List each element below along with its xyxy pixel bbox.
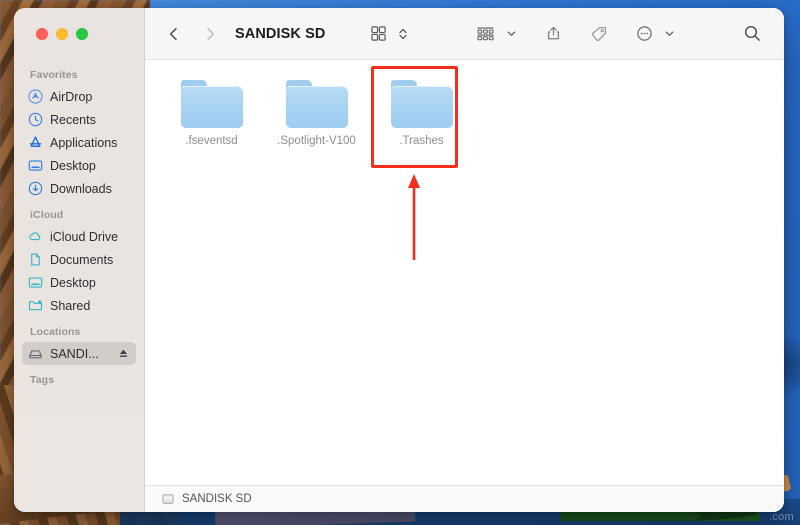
sidebar-item-downloads[interactable]: Downloads bbox=[22, 177, 136, 200]
sidebar-section-tags: Tags bbox=[22, 365, 136, 390]
finder-window: Favorites AirDrop Recents bbox=[14, 8, 784, 512]
sidebar-item-label: Shared bbox=[50, 299, 90, 313]
back-button[interactable] bbox=[161, 21, 187, 47]
sidebar-item-label: Recents bbox=[50, 113, 96, 127]
folder-icon bbox=[181, 80, 243, 128]
file-item-trashes[interactable]: .Trashes bbox=[369, 74, 474, 147]
traffic-light-buttons bbox=[14, 8, 144, 60]
sidebar-item-label: Desktop bbox=[50, 159, 96, 173]
sidebar-item-icloud-drive[interactable]: iCloud Drive bbox=[22, 225, 136, 248]
shared-folder-icon bbox=[28, 298, 43, 313]
sidebar-section-favorites: Favorites bbox=[22, 60, 136, 85]
main-pane: SANDISK SD bbox=[145, 8, 784, 512]
airdrop-icon bbox=[28, 89, 43, 104]
sidebar-item-shared[interactable]: Shared bbox=[22, 294, 136, 317]
file-name: .Spotlight-V100 bbox=[277, 135, 356, 147]
sidebar-list[interactable]: Favorites AirDrop Recents bbox=[14, 60, 144, 512]
window-body: Favorites AirDrop Recents bbox=[14, 8, 784, 512]
toolbar: SANDISK SD bbox=[145, 8, 784, 60]
more-options-button[interactable] bbox=[632, 21, 657, 47]
chevron-down-icon[interactable] bbox=[660, 21, 679, 47]
sidebar-item-icloud-desktop[interactable]: Desktop bbox=[22, 271, 136, 294]
sidebar-item-desktop[interactable]: Desktop bbox=[22, 154, 136, 177]
folder-icon bbox=[391, 80, 453, 128]
page-title: SANDISK SD bbox=[235, 26, 325, 42]
sidebar-item-recents[interactable]: Recents bbox=[22, 108, 136, 131]
close-button[interactable] bbox=[36, 28, 48, 40]
status-bar: SANDISK SD bbox=[145, 485, 784, 512]
status-text: SANDISK SD bbox=[182, 493, 252, 505]
sidebar-section-locations: Locations bbox=[22, 317, 136, 342]
file-grid-area[interactable]: .fseventsd .Spotlight-V100 .Trashes bbox=[145, 60, 784, 485]
share-button[interactable] bbox=[541, 21, 566, 47]
sidebar-item-label: Desktop bbox=[50, 276, 96, 290]
sidebar-item-applications[interactable]: Applications bbox=[22, 131, 136, 154]
desktop-icon bbox=[28, 158, 43, 173]
sidebar-item-sandisk-sd[interactable]: SANDI... bbox=[22, 342, 136, 365]
external-drive-icon bbox=[28, 346, 43, 361]
file-name: .fseventsd bbox=[185, 135, 237, 147]
sidebar-item-airdrop[interactable]: AirDrop bbox=[22, 85, 136, 108]
applications-icon bbox=[28, 135, 43, 150]
group-by-icon[interactable] bbox=[472, 21, 499, 47]
chevron-down-icon[interactable] bbox=[502, 21, 521, 47]
view-mode-button[interactable] bbox=[366, 21, 391, 47]
up-arrow-annotation bbox=[407, 172, 421, 260]
eject-icon[interactable] bbox=[117, 347, 130, 360]
file-item-fseventsd[interactable]: .fseventsd bbox=[159, 74, 264, 147]
cloud-icon bbox=[28, 229, 43, 244]
search-button[interactable] bbox=[739, 21, 766, 47]
sidebar-item-label: iCloud Drive bbox=[50, 230, 118, 244]
sidebar-section-icloud: iCloud bbox=[22, 200, 136, 225]
drive-icon bbox=[161, 492, 175, 506]
file-name: .Trashes bbox=[399, 135, 443, 147]
sidebar-item-label: Downloads bbox=[50, 182, 112, 196]
downloads-icon bbox=[28, 181, 43, 196]
watermark: .com bbox=[769, 511, 794, 523]
document-icon bbox=[28, 252, 43, 267]
chevron-up-down-icon[interactable] bbox=[394, 21, 412, 47]
maximize-button[interactable] bbox=[76, 28, 88, 40]
sidebar-item-documents[interactable]: Documents bbox=[22, 248, 136, 271]
tag-button[interactable] bbox=[586, 21, 612, 47]
sidebar: Favorites AirDrop Recents bbox=[14, 8, 145, 512]
forward-button[interactable] bbox=[197, 21, 223, 47]
minimize-button[interactable] bbox=[56, 28, 68, 40]
sidebar-item-label: Applications bbox=[50, 136, 117, 150]
sidebar-item-label: SANDI... bbox=[50, 347, 99, 361]
file-grid: .fseventsd .Spotlight-V100 .Trashes bbox=[145, 74, 784, 147]
desktop-icon bbox=[28, 275, 43, 290]
folder-icon bbox=[286, 80, 348, 128]
clock-icon bbox=[28, 112, 43, 127]
file-item-spotlight-v100[interactable]: .Spotlight-V100 bbox=[264, 74, 369, 147]
sidebar-item-label: AirDrop bbox=[50, 90, 92, 104]
sidebar-item-label: Documents bbox=[50, 253, 113, 267]
